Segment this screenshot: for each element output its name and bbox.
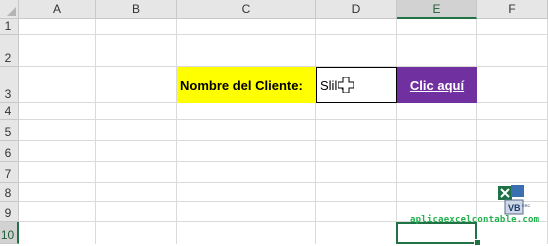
gridline	[19, 140, 548, 141]
row-header-9[interactable]: 9	[0, 202, 19, 222]
gridline	[95, 19, 96, 244]
row-header-8[interactable]: 8	[0, 183, 19, 202]
client-name-label: Nombre del Cliente:	[180, 77, 303, 93]
row-number: 2	[4, 51, 12, 65]
row-header-10[interactable]: 10	[0, 222, 19, 244]
row-header-1[interactable]: 1	[0, 19, 19, 35]
spreadsheet-grid[interactable]: A B C D E F 1 2 3 4 5 6 7 8 9 10 Nombre …	[0, 0, 548, 246]
gridline	[315, 19, 316, 244]
gridline	[19, 34, 548, 35]
client-name-input-cell[interactable]: Slil a	[316, 67, 397, 103]
fill-handle[interactable]	[474, 239, 481, 246]
row-header-2[interactable]: 2	[0, 35, 19, 67]
row-number: 6	[4, 146, 12, 160]
row-number: 1	[4, 19, 12, 33]
column-header-c[interactable]: C	[177, 0, 316, 19]
row-number: 5	[4, 125, 12, 139]
client-name-label-cell: Nombre del Cliente:	[177, 67, 316, 103]
row-number: 3	[4, 87, 12, 101]
column-header-b[interactable]: B	[96, 0, 177, 19]
logo-text: VB	[508, 203, 521, 213]
row-number: 9	[4, 206, 12, 220]
row-header-3[interactable]: 3	[0, 67, 19, 103]
row-number: 7	[4, 167, 12, 181]
corner-triangle-icon	[7, 7, 16, 16]
logo-small-text: ERC	[522, 203, 531, 208]
gridline	[19, 119, 548, 120]
watermark-text: aplicaexcelcontable.com	[410, 215, 540, 225]
excel-vba-logo-icon: VB ERC	[498, 185, 531, 215]
column-header-a[interactable]: A	[19, 0, 96, 19]
gridline	[176, 19, 177, 244]
select-all-corner[interactable]	[0, 0, 19, 19]
clic-aqui-button[interactable]: Clic aquí	[397, 67, 477, 103]
gridline	[19, 161, 548, 162]
cell-select-cursor-icon	[338, 77, 354, 93]
column-header-d[interactable]: D	[316, 0, 397, 19]
row-header-5[interactable]: 5	[0, 120, 19, 141]
column-header-e[interactable]: E	[397, 0, 477, 19]
gridline	[476, 19, 477, 244]
row-header-4[interactable]: 4	[0, 103, 19, 120]
row-number: 8	[4, 186, 12, 200]
row-number: 10	[0, 228, 15, 242]
gridline	[19, 182, 548, 183]
gridline	[19, 201, 548, 202]
gridline	[396, 19, 397, 244]
row-header-6[interactable]: 6	[0, 141, 19, 162]
clic-aqui-label[interactable]: Clic aquí	[410, 78, 464, 93]
active-cell-e10[interactable]	[396, 222, 477, 244]
row-number: 4	[4, 104, 12, 118]
row-header-7[interactable]: 7	[0, 162, 19, 183]
column-header-f[interactable]: F	[477, 0, 548, 19]
